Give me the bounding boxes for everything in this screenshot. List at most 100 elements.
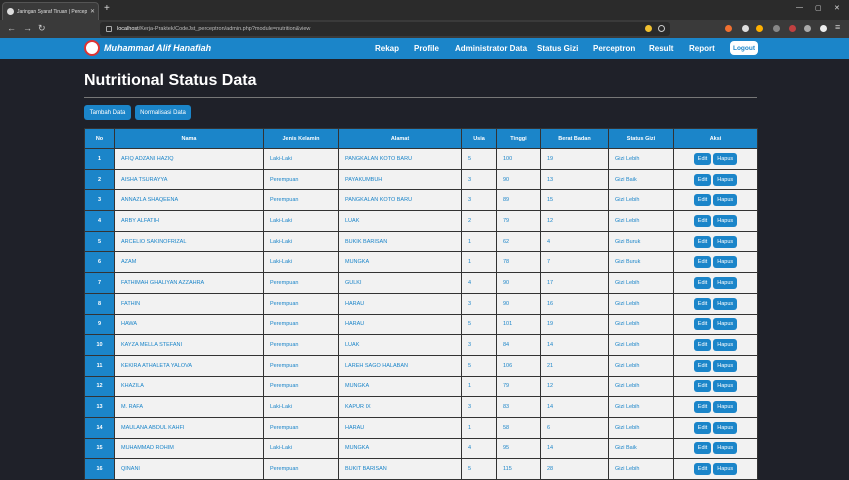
address-cell: HARAU — [338, 292, 462, 315]
close-window-icon[interactable]: ✕ — [834, 4, 840, 12]
navbar: Muhammad Alif Hanafiah Rekap Profile Adm… — [0, 38, 849, 59]
table-row: 14 MAULANA ABDUL KAHFI Perempuan HARAU 1 58 6 G… — [84, 416, 758, 439]
back-icon[interactable]: ← — [7, 23, 16, 33]
age-cell: 4 — [461, 272, 497, 294]
address-cell: HARAU — [338, 313, 462, 336]
delete-button[interactable]: Hapus — [713, 173, 738, 186]
status-cell: Gizi Lebih — [608, 210, 674, 232]
height-cell: 106 — [496, 354, 541, 377]
maximize-icon[interactable]: ▢ — [815, 4, 822, 12]
column-header: Nama — [114, 128, 264, 149]
gender-cell: Perempuan — [263, 416, 339, 439]
edit-button[interactable]: Edit — [693, 380, 712, 393]
status-cell: Gizi Lebih — [608, 375, 674, 398]
delete-button[interactable]: Hapus — [713, 152, 738, 165]
delete-button[interactable]: Hapus — [713, 256, 738, 269]
edit-button[interactable]: Edit — [693, 401, 712, 414]
delete-button[interactable]: Hapus — [713, 194, 738, 207]
gender-cell: Laki-Laki — [263, 230, 339, 253]
nav-item-report[interactable]: Report — [689, 44, 715, 53]
row-number: 13 — [84, 396, 115, 418]
edit-button[interactable]: Edit — [693, 463, 712, 476]
reload-icon[interactable]: ↻ — [38, 23, 46, 34]
extension-icon[interactable] — [645, 25, 652, 32]
status-cell: Gizi Lebih — [608, 189, 674, 212]
name-cell: ANNAZLA SHAQEENA — [114, 189, 264, 212]
height-cell: 83 — [496, 396, 541, 418]
delete-button[interactable]: Hapus — [713, 442, 738, 455]
delete-button[interactable]: Hapus — [713, 276, 738, 289]
extension-icon[interactable] — [773, 25, 780, 32]
delete-button[interactable]: Hapus — [713, 421, 738, 434]
gender-cell: Perempuan — [263, 375, 339, 398]
menu-icon[interactable]: ≡ — [835, 22, 840, 32]
delete-button[interactable]: Hapus — [713, 401, 738, 414]
address-cell: HARAU — [338, 416, 462, 439]
row-number: 15 — [84, 437, 115, 460]
nav-item-status-gizi[interactable]: Status Gizi — [537, 44, 578, 53]
nav-item-rekap[interactable]: Rekap — [375, 44, 399, 53]
actions-cell: Edit Hapus — [673, 189, 758, 212]
nav-item-administrator-data[interactable]: Administrator Data — [455, 44, 527, 53]
logout-button[interactable]: Logout — [730, 41, 758, 55]
row-number: 9 — [84, 313, 115, 336]
edit-button[interactable]: Edit — [693, 276, 712, 289]
actions-cell: Edit Hapus — [673, 354, 758, 377]
status-cell: Gizi Lebih — [608, 396, 674, 418]
row-number: 2 — [84, 168, 115, 191]
delete-button[interactable]: Hapus — [713, 463, 738, 476]
edit-button[interactable]: Edit — [693, 256, 712, 269]
delete-button[interactable]: Hapus — [713, 318, 738, 331]
edit-button[interactable]: Edit — [693, 297, 712, 310]
delete-button[interactable]: Hapus — [713, 297, 738, 310]
edit-button[interactable]: Edit — [693, 442, 712, 455]
bookmark-star-icon[interactable] — [658, 25, 665, 32]
add-data-button[interactable]: Tambah Data — [84, 105, 131, 120]
edit-button[interactable]: Edit — [693, 339, 712, 352]
nav-item-profile[interactable]: Profile — [414, 44, 439, 53]
edit-button[interactable]: Edit — [693, 214, 712, 227]
status-cell: Gizi Lebih — [608, 458, 674, 480]
gender-cell: Perempuan — [263, 354, 339, 377]
weight-cell: 19 — [540, 313, 609, 336]
row-number: 16 — [84, 458, 115, 480]
minimize-icon[interactable]: — — [796, 4, 803, 11]
extension-icon[interactable] — [820, 25, 827, 32]
normalize-data-button[interactable]: Normalisasi Data — [135, 105, 191, 120]
edit-button[interactable]: Edit — [693, 194, 712, 207]
edit-button[interactable]: Edit — [693, 318, 712, 331]
status-cell: Gizi Buruk — [608, 251, 674, 274]
delete-button[interactable]: Hapus — [713, 380, 738, 393]
delete-button[interactable]: Hapus — [713, 359, 738, 372]
browser-tab[interactable]: Jaringan Syaraf Tiruan | Perceptron ✕ — [2, 2, 99, 20]
row-number: 1 — [84, 148, 115, 170]
extension-icon[interactable] — [742, 25, 749, 32]
brand[interactable]: Muhammad Alif Hanafiah — [84, 40, 211, 56]
height-cell: 89 — [496, 189, 541, 212]
address-bar[interactable]: localhost/Kerja-Praktek/CodeJst_perceptr… — [100, 22, 670, 36]
nav-item-perceptron[interactable]: Perceptron — [593, 44, 635, 53]
nav-item-result[interactable]: Result — [649, 44, 673, 53]
edit-button[interactable]: Edit — [693, 359, 712, 372]
edit-button[interactable]: Edit — [693, 173, 712, 186]
new-tab-icon[interactable]: + — [104, 3, 110, 14]
delete-button[interactable]: Hapus — [713, 214, 738, 227]
actions-cell: Edit Hapus — [673, 458, 758, 480]
edit-button[interactable]: Edit — [693, 235, 712, 248]
status-cell: Gizi Lebih — [608, 313, 674, 336]
name-cell: QINANI — [114, 458, 264, 480]
name-cell: MUHAMMAD ROHIM — [114, 437, 264, 460]
close-tab-icon[interactable]: ✕ — [90, 8, 95, 15]
extension-icon[interactable] — [756, 25, 763, 32]
delete-button[interactable]: Hapus — [713, 235, 738, 248]
table-row: 9 HAWA Perempuan HARAU 5 101 19 Gizi Lebih Edit H… — [84, 313, 758, 336]
extension-icon[interactable] — [789, 25, 796, 32]
height-cell: 79 — [496, 210, 541, 232]
delete-button[interactable]: Hapus — [713, 339, 738, 352]
extension-icon[interactable] — [804, 25, 811, 32]
extension-icon[interactable] — [725, 25, 732, 32]
edit-button[interactable]: Edit — [693, 421, 712, 434]
forward-icon[interactable]: → — [23, 23, 32, 33]
address-cell: MUNGKA — [338, 251, 462, 274]
edit-button[interactable]: Edit — [693, 152, 712, 165]
